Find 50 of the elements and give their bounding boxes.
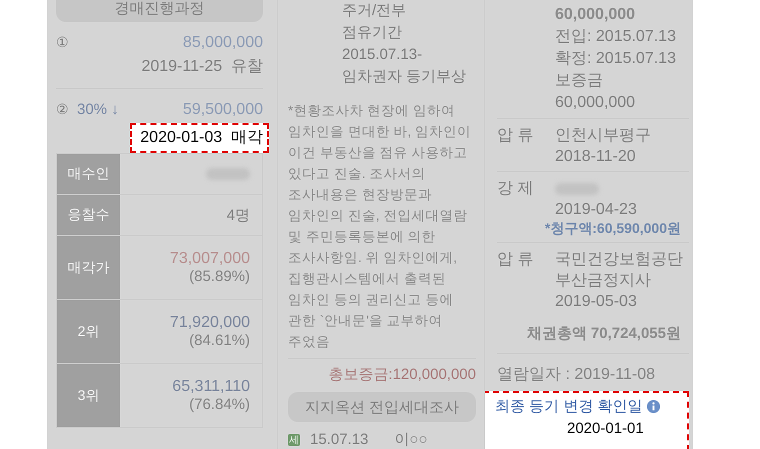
round-number: ① bbox=[56, 34, 69, 50]
bid-price: 71,920,000 bbox=[170, 314, 250, 332]
minimum-price: 85,000,000 bbox=[182, 34, 263, 52]
section-header: 경매진행과정 bbox=[56, 0, 263, 22]
tenant-text: 전입: 2015.07.13 bbox=[555, 27, 677, 47]
view-date: 열람일자 : 2019-11-08 bbox=[497, 365, 656, 385]
round-number: ② bbox=[56, 101, 69, 117]
table-cell: 4명 bbox=[226, 206, 250, 224]
row-header: 매수인 bbox=[57, 154, 120, 194]
entry-text: 2019-04-23 bbox=[555, 200, 637, 220]
row-header: 매각가 bbox=[57, 236, 120, 299]
tenant-text: 60,000,000 bbox=[555, 5, 636, 25]
move-in-date: 15.07.13 bbox=[310, 431, 368, 448]
entry-text: 2019-05-03 bbox=[555, 292, 638, 312]
survey-button[interactable]: 지지옥션 전입세대조사 bbox=[288, 392, 476, 422]
householder-name: 이○○ bbox=[394, 430, 428, 449]
household-badge: 세 bbox=[288, 434, 300, 446]
info-icon[interactable] bbox=[646, 399, 661, 414]
entry-type: 압 류 bbox=[497, 126, 534, 146]
bid-ratio: (76.84%) bbox=[189, 396, 250, 413]
tenant-text: 보증금 bbox=[555, 71, 604, 91]
tenant-text: 확정: 2015.07.13 bbox=[555, 49, 677, 69]
discount-rate: 30% ↓ bbox=[77, 101, 119, 118]
bid-ratio: (84.61%) bbox=[189, 332, 250, 349]
entry-text: 부산금정지사 bbox=[555, 271, 652, 291]
tenant-text: 60,000,000 bbox=[555, 93, 636, 113]
occupancy-text: 주거/전부 bbox=[342, 1, 408, 21]
entry-text: 국민건강보험공단 bbox=[555, 250, 683, 270]
bid-price: 65,311,110 bbox=[172, 378, 250, 396]
bid-price: 73,007,000 bbox=[170, 250, 250, 268]
occupancy-text: 점유기간 bbox=[342, 23, 403, 43]
round-result: 2019-11-25 유찰 bbox=[141, 57, 263, 77]
last-change-label: 최종 등기 변경 확인일 bbox=[495, 397, 643, 416]
last-change-date: 2020-01-01 bbox=[567, 420, 645, 437]
entry-text: 2018-11-20 bbox=[555, 147, 637, 167]
row-header: 2위 bbox=[57, 300, 120, 363]
occupancy-text: 2015.07.13- bbox=[342, 45, 424, 65]
round-result: 2020-01-03 매각 bbox=[130, 123, 269, 153]
bid-ratio: (85.89%) bbox=[189, 268, 250, 285]
entry-type: 압 류 bbox=[497, 250, 534, 270]
claim-amount: *청구액:60,590,000원 bbox=[544, 220, 681, 238]
row-header: 3위 bbox=[57, 364, 120, 427]
occupancy-text: 임차권자 등기부상 bbox=[342, 67, 468, 87]
survey-note: *현황조사차 현장에 임하여 임차인을 면대한 바, 임차인이 이건 부동산을 점유 사용하고 있다고 진술. 조사서의 조사내용은 현장방문과 임차인의 진술, 전입세대열람 및 주민등록등본에 의한 조사사항임. 위 임차인에게, 집행관시스템에서 출력된 임차인 등의 권리신고 등에 관한 `안내문'을 교부하여 주었음 bbox=[288, 100, 476, 359]
entry-type: 강 제 bbox=[497, 179, 534, 199]
entry-text: 인천시부평구 bbox=[555, 126, 651, 146]
total-deposit: 총보증금:120,000,000 bbox=[327, 365, 476, 384]
row-header: 응찰수 bbox=[57, 195, 120, 235]
claims-total: 채권총액 70,724,055원 bbox=[497, 316, 689, 354]
minimum-price: 59,500,000 bbox=[182, 101, 263, 119]
